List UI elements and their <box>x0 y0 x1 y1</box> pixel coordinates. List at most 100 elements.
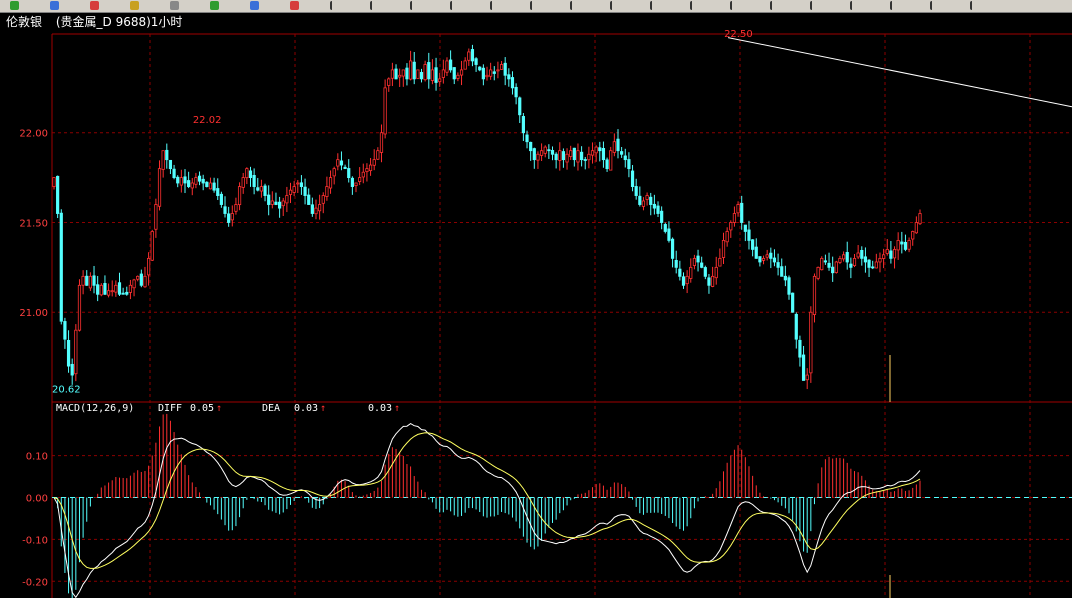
candle-body <box>252 174 256 187</box>
candle-body <box>565 153 569 163</box>
candle-body <box>794 313 798 340</box>
candle-body <box>605 159 609 170</box>
candle-body <box>66 339 71 367</box>
dea-arrow-icon: ↑ <box>320 403 327 414</box>
candle-body <box>543 146 547 154</box>
candle-body <box>227 213 231 223</box>
candle-body <box>510 77 515 89</box>
candle-body <box>823 260 827 263</box>
candle-body <box>725 231 729 243</box>
candle-body <box>652 203 656 209</box>
candle-body <box>812 275 817 315</box>
candle-body <box>321 195 325 204</box>
candle-body <box>299 182 304 187</box>
axis-labels: 22.00 21.50 21.00 0.10 0.00 -0.10 -0.20 <box>19 129 48 589</box>
candle-body <box>267 194 271 205</box>
macd-tick-label: -0.20 <box>22 577 48 588</box>
candle-body <box>179 177 183 186</box>
price-tick-label: 21.00 <box>19 308 48 319</box>
candle-body <box>328 177 333 189</box>
candle-body <box>368 164 373 172</box>
candle-body <box>761 257 766 261</box>
candle-body <box>274 201 278 205</box>
candle-body <box>594 146 598 154</box>
candle-body <box>318 204 322 212</box>
candle-body <box>474 58 478 65</box>
candle-body <box>394 68 398 80</box>
candle-body <box>96 284 100 295</box>
candle-body <box>56 175 60 214</box>
candle-body <box>583 159 587 161</box>
candle-body <box>852 257 857 267</box>
candle-body <box>507 74 511 80</box>
candle-body <box>896 240 900 251</box>
candle-body <box>860 249 864 259</box>
candle-body <box>529 141 533 152</box>
candle-body <box>692 257 697 266</box>
candle-body <box>514 86 518 98</box>
candle-body <box>714 266 718 279</box>
candle-body <box>197 175 202 182</box>
candle-body <box>303 186 307 196</box>
candle-body <box>110 290 114 293</box>
candle-body <box>554 153 558 161</box>
candle-body <box>601 148 606 161</box>
candle-body <box>918 213 922 225</box>
candle-body <box>161 150 165 170</box>
candle-body <box>52 177 56 187</box>
price-chart[interactable]: 20.6222.0222.5020.5121.59 22.0021.5021.0… <box>0 0 1072 598</box>
candle-body <box>747 229 751 241</box>
candle-body <box>630 170 635 187</box>
candle-body <box>478 66 482 71</box>
candle-body <box>332 168 336 177</box>
candle-body <box>237 186 242 206</box>
candle-body <box>572 147 576 161</box>
candle-body <box>208 182 213 190</box>
candle-body <box>365 168 369 173</box>
candle-body <box>387 78 391 86</box>
candle-body <box>408 60 413 80</box>
candle-body <box>85 275 89 286</box>
candle-body <box>114 284 118 293</box>
candle-body <box>645 195 649 200</box>
candle-body <box>838 257 842 263</box>
candle-body <box>216 188 220 196</box>
candle-body <box>139 273 143 286</box>
candle-body <box>270 200 274 205</box>
candle-body <box>92 275 96 286</box>
candle-body <box>780 266 784 277</box>
candle-body <box>539 150 544 156</box>
candle-body <box>532 148 536 161</box>
candle-body <box>569 150 573 157</box>
candle-body <box>834 261 838 273</box>
candle-body <box>696 255 700 263</box>
candle-body <box>314 207 318 215</box>
candle-body <box>649 196 653 205</box>
candle-body <box>405 67 409 80</box>
candle-body <box>125 291 129 295</box>
candle-body <box>871 266 875 269</box>
candle-body <box>499 64 504 70</box>
candle-body <box>536 153 540 161</box>
candle-body <box>390 69 394 79</box>
candle-body <box>201 178 205 184</box>
candle-body <box>616 138 620 152</box>
candle-body <box>157 168 162 207</box>
candle-body <box>503 62 507 76</box>
candle-body <box>867 259 871 268</box>
candle-body <box>343 166 347 170</box>
candle-body <box>827 262 831 268</box>
candle-body <box>590 150 595 156</box>
candle-body <box>117 282 122 295</box>
candle-body <box>670 238 675 259</box>
candle-body <box>147 257 151 276</box>
candle-body <box>419 71 424 80</box>
candle-body <box>234 204 238 212</box>
candle-body <box>776 262 780 268</box>
candle-body <box>849 263 853 268</box>
candle-body <box>288 189 293 195</box>
candle-body <box>878 257 882 263</box>
trendline <box>727 37 1072 108</box>
candle-body <box>307 194 311 205</box>
candle-body <box>168 159 173 170</box>
